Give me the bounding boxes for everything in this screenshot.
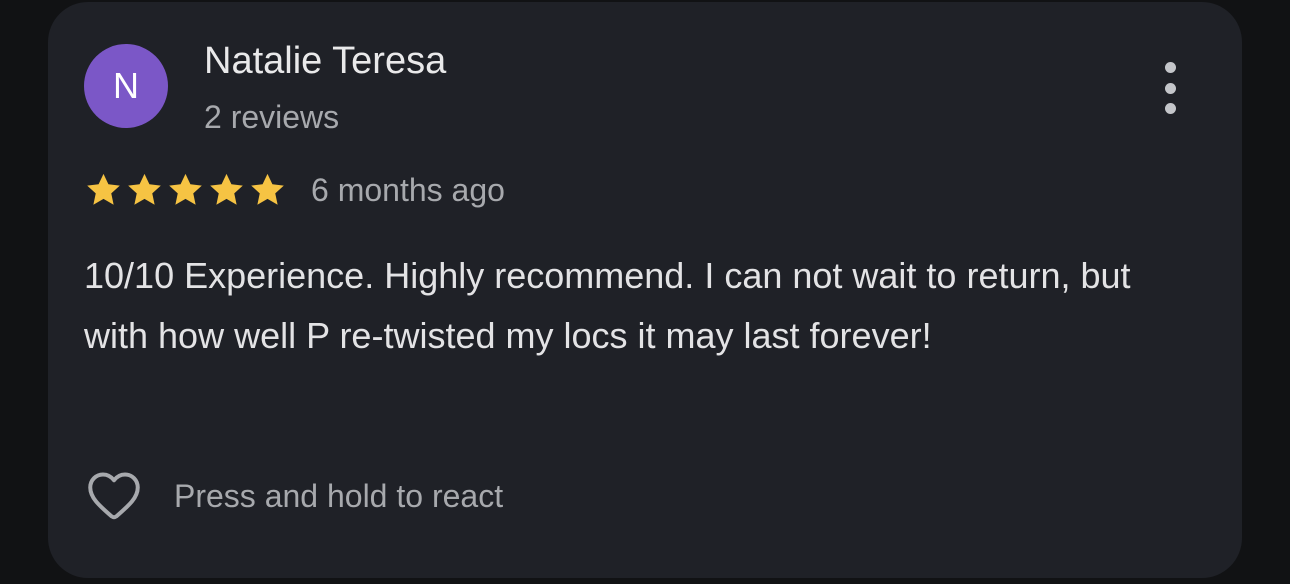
more-vert-icon-dot (1164, 82, 1176, 94)
star-icon (210, 173, 243, 205)
star-icon (128, 173, 161, 205)
avatar[interactable]: N (84, 44, 168, 128)
star-icon (169, 173, 202, 205)
star-icon (251, 173, 284, 205)
star-rating (84, 171, 287, 209)
review-card: N Natalie Teresa 2 reviews 6 months ago … (48, 2, 1242, 578)
author-name[interactable]: Natalie Teresa (204, 38, 446, 84)
more-options-button[interactable] (1150, 58, 1190, 118)
heart-outline-icon (88, 472, 140, 520)
rating-row: 6 months ago (84, 168, 505, 212)
review-text: 10/10 Experience. Highly recommend. I ca… (84, 255, 1131, 356)
author-review-count: 2 reviews (204, 99, 340, 135)
more-vert-icon (1164, 62, 1176, 73)
react-label: Press and hold to react (174, 478, 504, 514)
review-time: 6 months ago (311, 172, 505, 208)
star-icon (87, 173, 120, 205)
react-button[interactable]: Press and hold to react (82, 464, 503, 528)
more-vert-icon-dot (1164, 103, 1176, 114)
